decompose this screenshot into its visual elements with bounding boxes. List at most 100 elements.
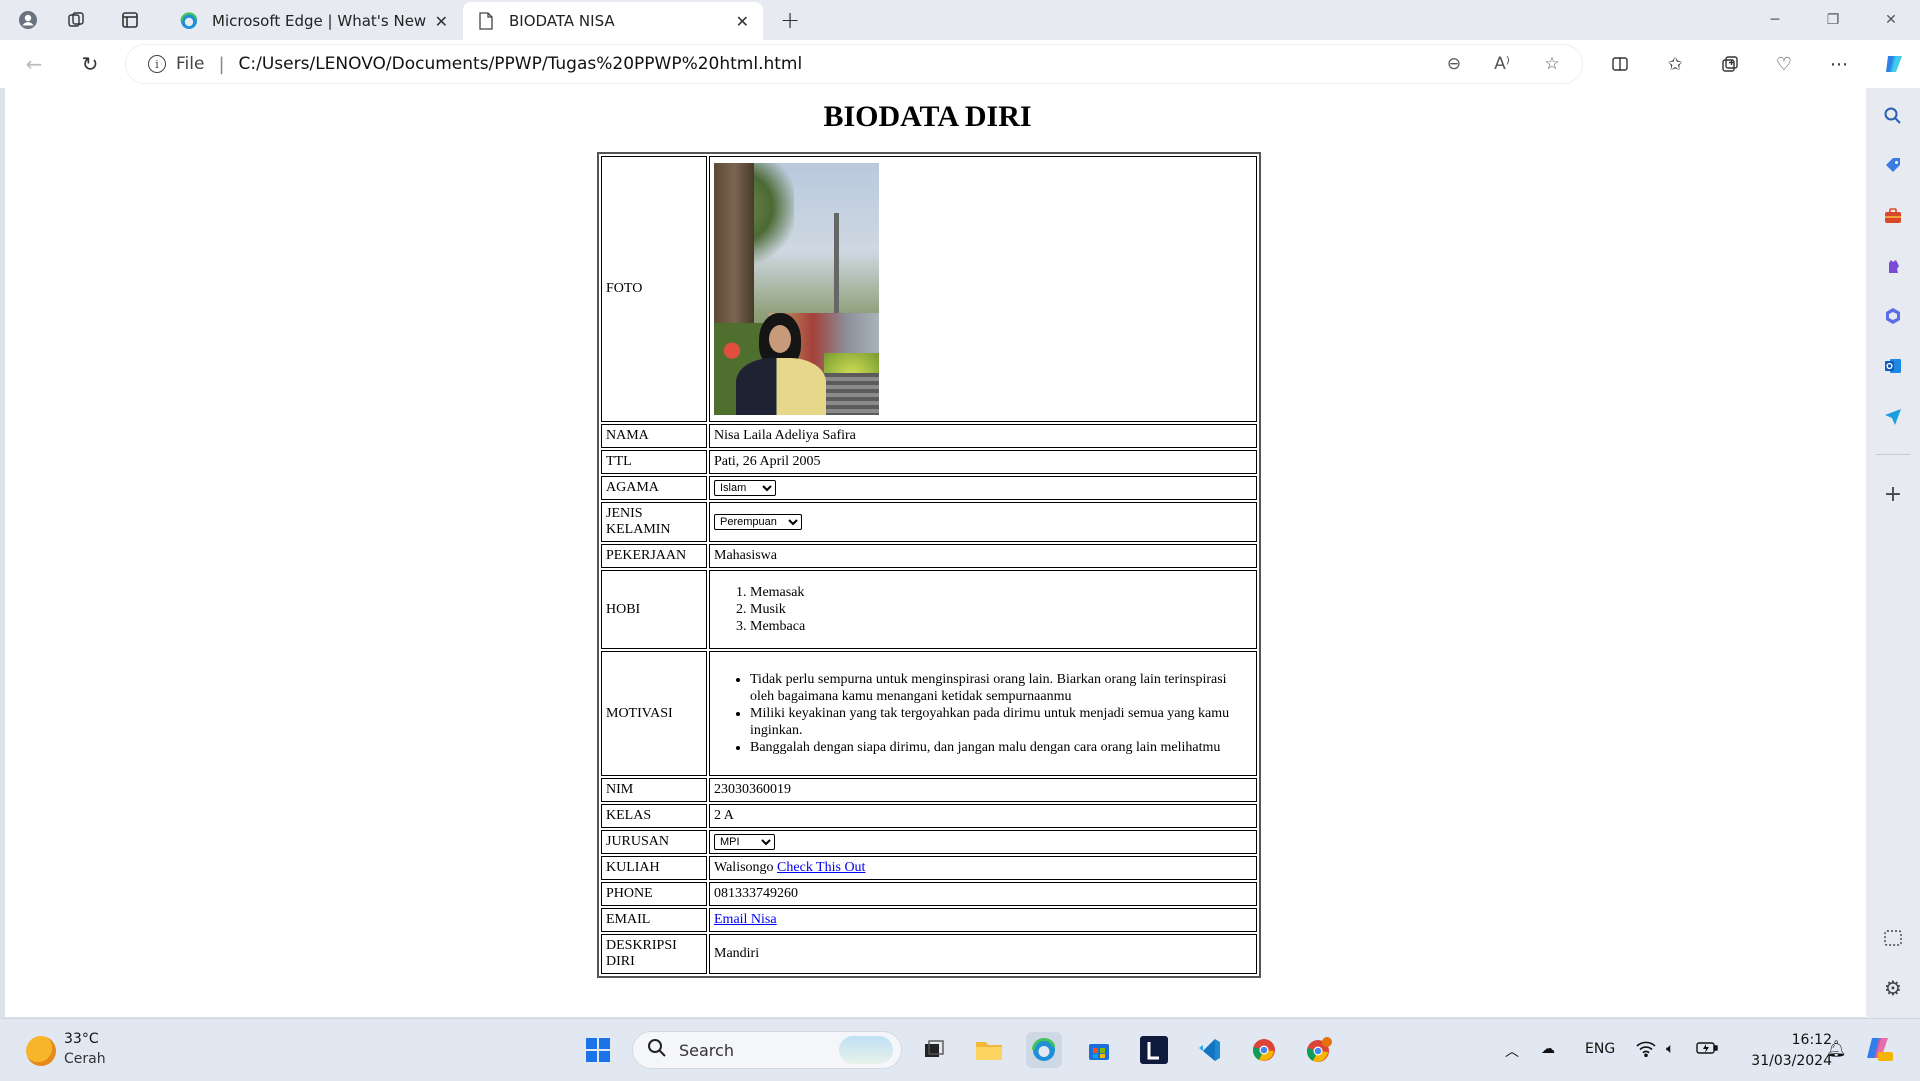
vscode-icon[interactable] [1191, 1032, 1227, 1068]
search-label: Search [679, 1040, 734, 1060]
games-icon[interactable] [1879, 252, 1907, 280]
jurusan-select[interactable]: MPI [714, 834, 775, 850]
table-row: MOTIVASI Tidak perlu sempurna untuk meng… [601, 651, 1257, 776]
workspaces-icon[interactable] [62, 6, 90, 34]
weather-condition[interactable]: Cerah [64, 1051, 106, 1067]
pekerjaan-value: Mahasiswa [709, 544, 1257, 568]
row-label: DESKRIPSI DIRI [601, 934, 707, 974]
hobi-list: Memasak Musik Membaca [714, 584, 1252, 635]
volume-icon[interactable]: 🔈︎ [1666, 1041, 1674, 1057]
read-aloud-icon[interactable]: A⁾ [1484, 45, 1520, 83]
list-item: Tidak perlu sempurna untuk menginspirasi… [750, 671, 1252, 705]
refresh-icon[interactable]: ↻ [74, 49, 106, 79]
tab-whats-new[interactable]: Microsoft Edge | What's New ✕ [166, 2, 462, 40]
url-text[interactable]: C:/Users/LENOVO/Documents/PPWP/Tugas%20P… [239, 54, 803, 74]
info-icon[interactable]: i [148, 55, 166, 73]
restore-icon[interactable]: ❐ [1806, 0, 1860, 40]
split-screen-icon[interactable] [1602, 49, 1638, 79]
table-row: DESKRIPSI DIRI Mandiri [601, 934, 1257, 974]
zoom-out-icon[interactable]: ⊖ [1436, 45, 1472, 83]
table-row: PEKERJAAN Mahasiswa [601, 544, 1257, 568]
favorite-star-icon[interactable]: ☆ [1534, 45, 1570, 83]
favorites-icon[interactable]: ✩ [1657, 49, 1693, 79]
row-label: JURUSAN [601, 830, 707, 854]
close-icon[interactable]: ✕ [736, 12, 749, 31]
table-row: TTL Pati, 26 April 2005 [601, 450, 1257, 474]
row-label: HOBI [601, 570, 707, 649]
address-bar[interactable]: i File | C:/Users/LENOVO/Documents/PPWP/… [126, 45, 1582, 83]
row-label: KELAS [601, 804, 707, 828]
clock-date[interactable]: 31/03/2024 [1732, 1053, 1832, 1069]
table-row: HOBI Memasak Musik Membaca [601, 570, 1257, 649]
language-indicator[interactable]: ENG [1585, 1041, 1615, 1057]
close-icon[interactable]: ✕ [435, 12, 448, 31]
add-icon[interactable]: + [1879, 480, 1907, 508]
row-label: KULIAH [601, 856, 707, 880]
send-icon[interactable] [1879, 402, 1907, 430]
list-item: Membaca [750, 618, 1252, 635]
outlook-icon[interactable] [1879, 352, 1907, 380]
wifi-icon[interactable] [1636, 1041, 1656, 1061]
tools-icon[interactable] [1879, 202, 1907, 230]
clock-time[interactable]: 16:12 [1770, 1032, 1832, 1048]
chrome-icon[interactable] [1246, 1032, 1282, 1068]
scheme-label: File [176, 54, 205, 74]
lenovo-app-icon[interactable] [1136, 1032, 1172, 1068]
close-window-icon[interactable]: ✕ [1864, 0, 1918, 40]
profile-icon[interactable] [14, 6, 42, 34]
copilot-preview-icon[interactable] [1864, 1033, 1894, 1067]
list-item: Musik [750, 601, 1252, 618]
minimize-icon[interactable]: ─ [1748, 0, 1802, 40]
agama-select[interactable]: Islam [714, 480, 776, 496]
weather-sun-icon[interactable] [26, 1036, 56, 1066]
tab-biodata-nisa[interactable]: BIODATA NISA ✕ [463, 2, 763, 40]
weather-temperature[interactable]: 33°C [64, 1031, 99, 1047]
list-item: Miliki keyakinan yang tak tergoyahkan pa… [750, 705, 1252, 739]
row-label: NIM [601, 778, 707, 802]
file-explorer-icon[interactable] [971, 1032, 1007, 1068]
new-tab-icon[interactable]: + [775, 6, 805, 34]
check-this-out-link[interactable]: Check This Out [777, 860, 865, 875]
table-row: JURUSAN MPI [601, 830, 1257, 854]
more-options-icon[interactable]: ⋯ [1821, 49, 1857, 79]
notifications-bell-icon[interactable]: 🔔︎ [1826, 1039, 1846, 1058]
motivasi-cell: Tidak perlu sempurna untuk menginspirasi… [709, 651, 1257, 776]
row-label: AGAMA [601, 476, 707, 500]
hobi-cell: Memasak Musik Membaca [709, 570, 1257, 649]
task-view-icon[interactable] [916, 1032, 952, 1068]
taskbar-search-box[interactable]: Search [632, 1031, 902, 1069]
table-row: JENIS KELAMIN Perempuan [601, 502, 1257, 542]
ttl-value: Pati, 26 April 2005 [709, 450, 1257, 474]
battery-icon[interactable] [1696, 1041, 1718, 1059]
settings-gear-icon[interactable]: ⚙ [1879, 974, 1907, 1002]
nama-value: Nisa Laila Adeliya Safira [709, 424, 1257, 448]
kelas-value: 2 A [709, 804, 1257, 828]
row-label: JENIS KELAMIN [601, 502, 707, 542]
chrome-profile-icon[interactable] [1301, 1032, 1337, 1068]
profile-photo [714, 163, 879, 415]
edge-sidebar: + ⚙ [1866, 88, 1920, 1018]
microsoft-store-icon[interactable] [1081, 1032, 1117, 1068]
show-hidden-icons-icon[interactable]: ︿ [1505, 1041, 1519, 1061]
jenis-kelamin-select[interactable]: Perempuan [714, 514, 802, 530]
edge-taskbar-icon[interactable] [1026, 1032, 1062, 1068]
browser-essentials-icon[interactable]: ♡ [1766, 49, 1802, 79]
document-icon [477, 12, 495, 30]
kuliah-value: Walisongo [714, 860, 774, 875]
back-icon[interactable]: ← [18, 49, 50, 79]
list-item: Memasak [750, 584, 1252, 601]
tab-actions-icon[interactable] [116, 6, 144, 34]
microsoft-365-icon[interactable] [1879, 302, 1907, 330]
onedrive-cloud-icon[interactable]: ☁ [1541, 1041, 1555, 1057]
collections-icon[interactable] [1712, 49, 1748, 79]
shopping-tag-icon[interactable] [1879, 152, 1907, 180]
windows-start-icon[interactable] [580, 1032, 616, 1068]
email-link[interactable]: Email Nisa [714, 912, 777, 927]
tab-label: Microsoft Edge | What's New [212, 12, 427, 30]
table-row: NIM 23030360019 [601, 778, 1257, 802]
copilot-icon[interactable] [1876, 49, 1912, 79]
search-icon[interactable] [1879, 102, 1907, 130]
row-label: PHONE [601, 882, 707, 906]
deskripsi-value: Mandiri [709, 934, 1257, 974]
hide-sidebar-icon[interactable] [1879, 924, 1907, 952]
